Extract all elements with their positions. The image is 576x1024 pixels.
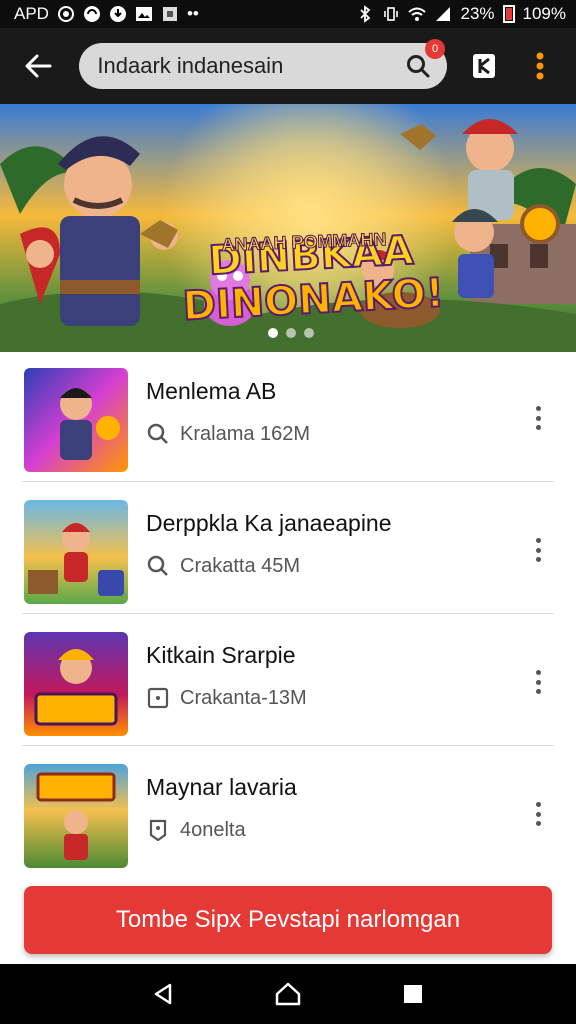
nav-home-button[interactable]: [268, 974, 308, 1014]
game-meta-text: Kralama 162M: [180, 422, 311, 445]
vibrate-icon: [384, 7, 399, 21]
battery-icon: [502, 5, 515, 23]
game-meta: 4onelta: [146, 818, 246, 842]
carousel-dot[interactable]: [286, 328, 296, 338]
list-item[interactable]: Derppkla Ka janaeapine Crakatta 45M: [22, 484, 554, 614]
game-meta: Crakanta-13M: [146, 686, 307, 710]
item-more-button[interactable]: [526, 402, 550, 434]
tag-icon: [146, 818, 170, 842]
game-list: Menlema AB Kralama 162M Derppkla Ka jana…: [0, 352, 576, 872]
notification-app-icon: [83, 6, 100, 22]
status-left: APD ••: [14, 4, 199, 24]
circle-app-icon: [57, 6, 74, 22]
file-app-icon: [162, 7, 177, 21]
battery-percent: 109%: [522, 4, 566, 23]
home-icon: [275, 982, 301, 1006]
app-bar: Indaark indanesain 0: [0, 28, 576, 104]
search-input[interactable]: Indaark indanesain 0: [79, 39, 448, 89]
status-bar: APD •• 23% 109%: [0, 0, 576, 28]
system-nav-bar: [0, 964, 576, 1024]
more-vertical-icon: [536, 52, 544, 80]
search-icon: [407, 55, 430, 78]
switch-account-button[interactable]: [463, 44, 506, 88]
game-title: Derppkla Ka janaeapine: [146, 510, 392, 536]
nav-back-button[interactable]: [143, 974, 183, 1014]
game-title: Kitkain Srarpie: [146, 642, 296, 668]
game-thumbnail: [24, 500, 128, 604]
carousel-indicator: [268, 328, 314, 338]
thumbnail-art: [28, 523, 124, 596]
game-thumbnail: [24, 368, 128, 472]
box-icon: [146, 686, 170, 710]
carrier-label: APD: [14, 4, 49, 23]
thumbnail-art: [36, 772, 116, 860]
item-more-button[interactable]: [526, 666, 550, 698]
wifi-icon: [408, 7, 427, 21]
more-notifications-icon: ••: [186, 4, 199, 23]
recents-square-icon: [404, 985, 423, 1003]
signal-icon: [436, 7, 451, 21]
thumbnail-art: [34, 649, 118, 726]
search-icon: [146, 422, 170, 446]
bottom-action-area: Tombe Sipx Pevstapi narlomgan: [0, 872, 576, 964]
list-item[interactable]: Menlema AB Kralama 162M: [22, 352, 554, 482]
gallery-app-icon: [135, 7, 152, 21]
search-button[interactable]: 0: [403, 39, 446, 81]
item-more-button[interactable]: [526, 534, 550, 566]
search-icon: [146, 554, 170, 578]
back-button[interactable]: [14, 42, 61, 90]
primary-cta-button[interactable]: Tombe Sipx Pevstapi narlomgan: [24, 886, 552, 954]
game-meta-text: Crakanta-13M: [180, 686, 307, 709]
list-item[interactable]: Maynar lavaria 4onelta: [22, 748, 554, 878]
game-meta-text: Crakatta 45M: [180, 554, 301, 577]
game-thumbnail: [24, 632, 128, 736]
thumbnail-art: [60, 388, 120, 460]
search-badge: 0: [425, 39, 446, 59]
game-meta: Crakatta 45M: [146, 554, 300, 578]
switch-account-icon: [472, 54, 495, 78]
promo-banner[interactable]: DINBKAA DINONAKO! ANAAH POMMAHN: [0, 104, 576, 352]
item-more-button[interactable]: [526, 798, 550, 830]
bluetooth-icon: [360, 5, 371, 23]
list-item[interactable]: Kitkain Srarpie Crakanta-13M: [22, 616, 554, 746]
status-right: 23% 109%: [356, 4, 566, 24]
overflow-menu-button[interactable]: [519, 44, 562, 88]
game-thumbnail: [24, 764, 128, 868]
search-value: Indaark indanesain: [97, 53, 284, 78]
nav-recents-button[interactable]: [393, 974, 433, 1014]
game-meta-text: 4onelta: [180, 818, 246, 841]
game-title: Menlema AB: [146, 378, 277, 404]
carousel-dot[interactable]: [268, 328, 278, 338]
game-title: Maynar lavaria: [146, 774, 297, 800]
triangle-back-icon: [154, 983, 171, 1005]
battery-text: 23%: [460, 4, 495, 23]
download-app-icon: [109, 6, 126, 22]
game-meta: Kralama 162M: [146, 422, 310, 446]
arrow-left-icon: [25, 54, 52, 78]
carousel-dot[interactable]: [304, 328, 314, 338]
